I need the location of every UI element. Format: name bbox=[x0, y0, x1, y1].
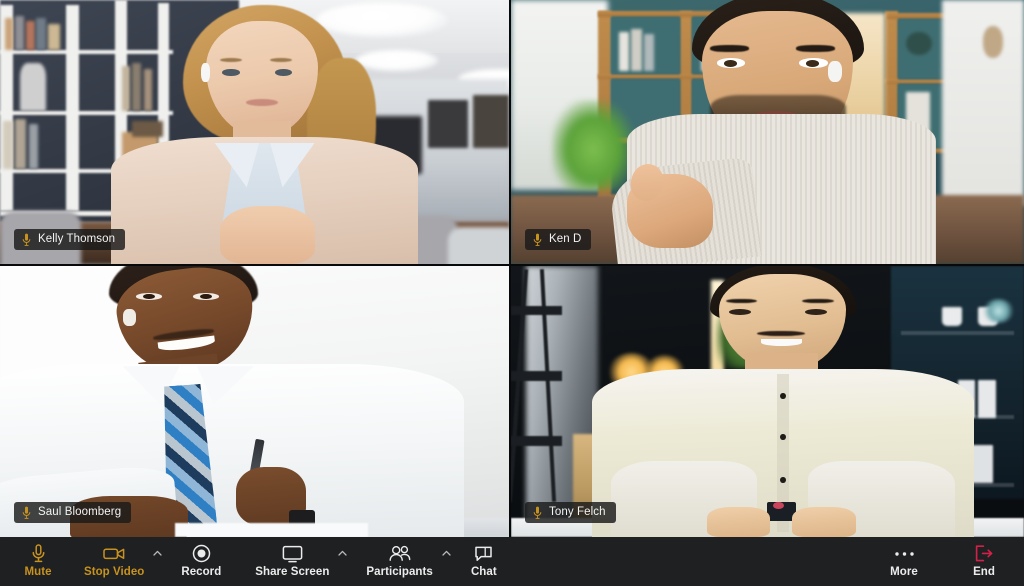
video-conference-app: Kelly Thomson Ken D Saul Bloomberg Tony … bbox=[0, 0, 1024, 586]
video-feed-ken-d bbox=[511, 0, 1024, 264]
microphone-icon bbox=[532, 232, 543, 247]
chat-bubble-icon bbox=[474, 544, 493, 563]
participant-name-badge: Tony Felch bbox=[525, 502, 616, 523]
meeting-toolbar: Mute Stop Video Record Share Screen Part… bbox=[0, 537, 1024, 586]
toolbar-left-group: Mute Stop Video Record Share Screen Part… bbox=[0, 537, 506, 586]
video-camera-icon bbox=[103, 544, 125, 563]
participants-options-chevron-up-icon[interactable] bbox=[439, 537, 454, 586]
participants-button[interactable]: Participants bbox=[360, 537, 438, 579]
mute-button[interactable]: Mute bbox=[16, 537, 60, 579]
exit-door-icon bbox=[974, 544, 994, 563]
video-tile-ken-d[interactable]: Ken D bbox=[511, 0, 1024, 266]
share-screen-button-label: Share Screen bbox=[255, 566, 330, 578]
video-tile-tony-felch[interactable]: Tony Felch bbox=[511, 266, 1024, 537]
mute-button-label: Mute bbox=[24, 566, 52, 578]
participant-name: Tony Felch bbox=[549, 505, 606, 518]
chat-button[interactable]: Chat bbox=[462, 537, 506, 579]
microphone-icon bbox=[532, 505, 543, 520]
more-button[interactable]: More bbox=[882, 537, 926, 579]
participant-name: Kelly Thomson bbox=[38, 232, 116, 245]
share-screen-options-chevron-up-icon[interactable] bbox=[335, 537, 350, 586]
video-tile-kelly-thomson[interactable]: Kelly Thomson bbox=[0, 0, 511, 266]
microphone-icon bbox=[21, 505, 32, 520]
monitor-icon bbox=[282, 544, 303, 563]
record-button[interactable]: Record bbox=[175, 537, 227, 579]
record-icon bbox=[192, 544, 211, 563]
video-feed-kelly-thomson bbox=[0, 0, 509, 264]
participants-button-label: Participants bbox=[366, 566, 433, 578]
more-button-label: More bbox=[890, 566, 918, 578]
participant-name: Ken D bbox=[549, 232, 582, 245]
stop-video-button[interactable]: Stop Video bbox=[78, 537, 150, 579]
video-tile-saul-bloomberg[interactable]: Saul Bloomberg bbox=[0, 266, 511, 537]
end-call-button-label: End bbox=[973, 566, 995, 578]
microphone-icon bbox=[31, 544, 46, 563]
end-call-button[interactable]: End bbox=[962, 537, 1006, 579]
participant-name-badge: Kelly Thomson bbox=[14, 229, 126, 250]
participant-name: Saul Bloomberg bbox=[38, 505, 122, 518]
video-options-chevron-up-icon[interactable] bbox=[150, 537, 165, 586]
stop-video-button-label: Stop Video bbox=[84, 566, 145, 578]
participant-name-badge: Saul Bloomberg bbox=[14, 502, 132, 523]
record-button-label: Record bbox=[181, 566, 222, 578]
toolbar-right-group: More End bbox=[882, 537, 1024, 586]
video-feed-tony-felch bbox=[511, 266, 1024, 537]
participant-name-badge: Ken D bbox=[525, 229, 592, 250]
video-feed-saul-bloomberg bbox=[0, 266, 509, 537]
ellipsis-icon bbox=[894, 544, 915, 563]
people-icon bbox=[388, 544, 411, 563]
chat-button-label: Chat bbox=[470, 566, 497, 578]
video-grid: Kelly Thomson Ken D Saul Bloomberg Tony … bbox=[0, 0, 1024, 537]
share-screen-button[interactable]: Share Screen bbox=[249, 537, 335, 579]
microphone-icon bbox=[21, 232, 32, 247]
